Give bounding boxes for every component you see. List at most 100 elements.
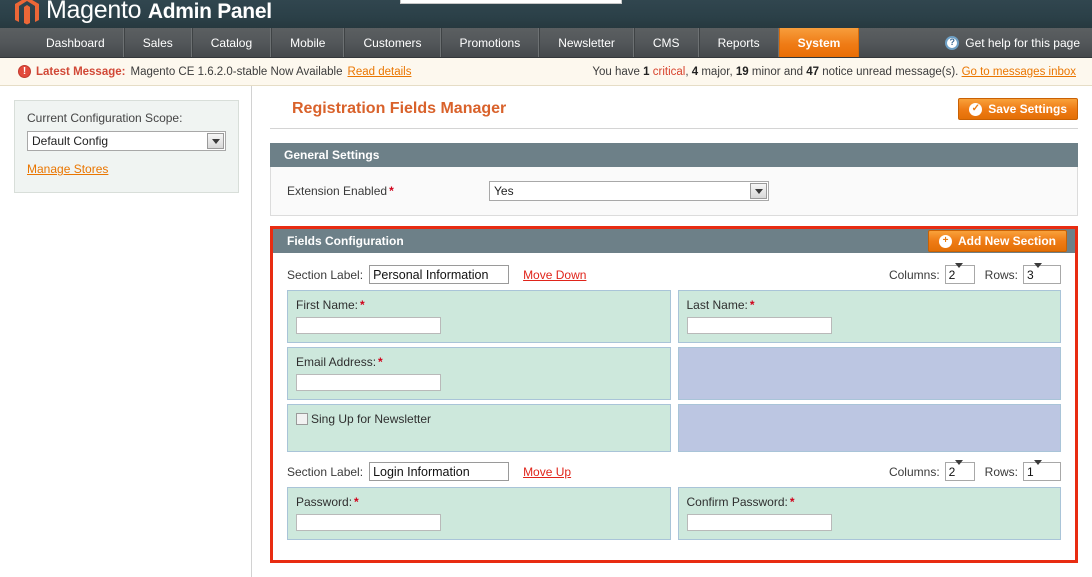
field-input[interactable]: [296, 374, 441, 391]
add-new-section-label: Add New Section: [957, 234, 1056, 248]
columns-value: 2: [948, 267, 956, 282]
global-search-input[interactable]: [400, 0, 622, 4]
nav-label: Mobile: [290, 35, 326, 50]
field-cell-confirm-password[interactable]: Confirm Password: *: [677, 487, 1061, 540]
field-cell-label: First Name: *: [296, 298, 662, 312]
rows-select[interactable]: 1: [1023, 459, 1061, 481]
magento-logo-icon: [14, 0, 40, 26]
field-label-text: Email Address:: [296, 355, 377, 369]
columns-value: 2: [948, 464, 956, 479]
field-cell-email-address[interactable]: Email Address: *: [287, 347, 671, 400]
columns-control: Columns: 2: [888, 262, 975, 284]
field-input[interactable]: [686, 514, 832, 531]
grid-row: First Name: * Last Name: *: [287, 290, 1061, 343]
nav-item-cms[interactable]: CMS: [633, 28, 699, 57]
message-bar: ! Latest Message: Magento CE 1.6.2.0-sta…: [0, 58, 1092, 86]
manage-stores-link[interactable]: Manage Stores: [27, 162, 108, 176]
field-input[interactable]: [296, 514, 441, 531]
chevron-down-icon[interactable]: [955, 262, 970, 282]
grid-row: Sing Up for Newsletter: [287, 404, 1061, 452]
chevron-down-icon[interactable]: [1033, 459, 1049, 479]
extension-enabled-select[interactable]: Yes: [489, 181, 769, 201]
rows-select[interactable]: 3: [1023, 262, 1061, 284]
nav-item-system[interactable]: System: [778, 28, 860, 57]
field-cell-label: Confirm Password: *: [687, 495, 1053, 509]
move-down-link[interactable]: Move Down: [523, 268, 586, 282]
get-help-link[interactable]: ? Get help for this page: [945, 28, 1080, 57]
get-help-label: Get help for this page: [965, 35, 1080, 50]
required-marker: *: [749, 298, 755, 312]
rows-label: Rows:: [984, 464, 1018, 479]
field-cell-label: Email Address: *: [296, 355, 662, 369]
nav-label: Customers: [363, 35, 422, 50]
chevron-down-icon[interactable]: [750, 183, 767, 199]
sidebar: Current Configuration Scope: Default Con…: [0, 86, 252, 577]
minor-count: 19: [735, 65, 749, 78]
unread-prefix: You have: [592, 65, 640, 78]
field-cell-newsletter[interactable]: Sing Up for Newsletter: [287, 404, 671, 452]
fields-configuration-body: Section Label: Move Down Columns: 2 Rows…: [273, 253, 1075, 560]
nav-item-promotions[interactable]: Promotions: [440, 28, 540, 57]
latest-message-text: Magento CE 1.6.2.0-stable Now Available: [130, 65, 343, 78]
section-toolbar-login-information: Section Label: Move Up Columns: 2 Rows:: [287, 459, 1061, 481]
nav-item-catalog[interactable]: Catalog: [191, 28, 272, 57]
major-count: 4: [691, 65, 699, 78]
columns-label: Columns:: [888, 267, 940, 282]
field-input[interactable]: [296, 317, 441, 334]
configuration-scope-value: Default Config: [32, 134, 109, 148]
grid-row: Password: * Confirm Password: *: [287, 487, 1061, 540]
extension-enabled-label: Extension Enabled *: [287, 184, 489, 198]
rows-value: 3: [1027, 267, 1034, 282]
section-grid-login-information: Password: * Confirm Password: *: [287, 487, 1061, 540]
section-label-prefix: Section Label:: [287, 464, 364, 479]
read-details-link[interactable]: Read details: [348, 66, 412, 78]
section-name-input[interactable]: [369, 462, 510, 481]
major-word: major,: [701, 65, 733, 78]
save-settings-button[interactable]: ✓ Save Settings: [958, 98, 1078, 120]
nav-label: Dashboard: [46, 35, 105, 50]
magento-logo[interactable]: Magento Admin Panel: [14, 0, 272, 26]
newsletter-checkbox-row[interactable]: Sing Up for Newsletter: [296, 412, 662, 426]
nav-item-mobile[interactable]: Mobile: [271, 28, 345, 57]
nav-label: Sales: [142, 35, 173, 50]
nav-item-sales[interactable]: Sales: [123, 28, 192, 57]
nav-item-reports[interactable]: Reports: [698, 28, 779, 57]
configuration-scope-select[interactable]: Default Config: [27, 131, 226, 151]
chevron-down-icon[interactable]: [955, 459, 970, 479]
nav-label: Promotions: [459, 35, 521, 50]
nav-item-newsletter[interactable]: Newsletter: [539, 28, 634, 57]
rows-value: 1: [1027, 464, 1034, 479]
brand-name: Magento: [46, 0, 142, 24]
chevron-down-icon[interactable]: [1033, 262, 1049, 282]
rows-control: Rows: 3: [985, 262, 1061, 284]
general-settings-header: General Settings: [270, 143, 1078, 167]
question-mark-icon: ?: [945, 35, 960, 50]
notice-count: 47: [806, 65, 820, 78]
chevron-down-icon[interactable]: [207, 133, 224, 149]
messages-inbox-link[interactable]: Go to messages inbox: [962, 66, 1076, 78]
add-new-section-button[interactable]: + Add New Section: [927, 230, 1067, 252]
nav-item-customers[interactable]: Customers: [344, 28, 441, 57]
field-cell-password[interactable]: Password: *: [287, 487, 671, 540]
field-input[interactable]: [686, 317, 832, 334]
field-label-text: Last Name:: [686, 298, 748, 312]
nav-item-dashboard[interactable]: Dashboard: [28, 28, 124, 57]
extension-enabled-value: Yes: [494, 184, 514, 198]
nav-label: System: [797, 35, 841, 50]
columns-select[interactable]: 2: [944, 459, 975, 481]
nav-label: Catalog: [210, 35, 253, 50]
main-navigation: Dashboard Sales Catalog Mobile Customers…: [0, 28, 1092, 58]
required-marker: *: [354, 495, 359, 509]
field-cell-first-name[interactable]: First Name: *: [287, 290, 671, 343]
newsletter-checkbox[interactable]: [296, 413, 308, 425]
section-name-input[interactable]: [369, 265, 510, 284]
general-settings-panel: General Settings Extension Enabled * Yes: [270, 143, 1078, 216]
page-title: Registration Fields Manager: [292, 100, 507, 117]
latest-message-label: Latest Message:: [36, 65, 126, 78]
field-cell-empty[interactable]: [677, 347, 1061, 400]
field-cell-empty[interactable]: [677, 404, 1061, 452]
move-up-link[interactable]: Move Up: [523, 465, 571, 479]
general-settings-heading: General Settings: [284, 148, 380, 162]
columns-select[interactable]: 2: [944, 262, 975, 284]
field-cell-last-name[interactable]: Last Name: *: [677, 290, 1061, 343]
